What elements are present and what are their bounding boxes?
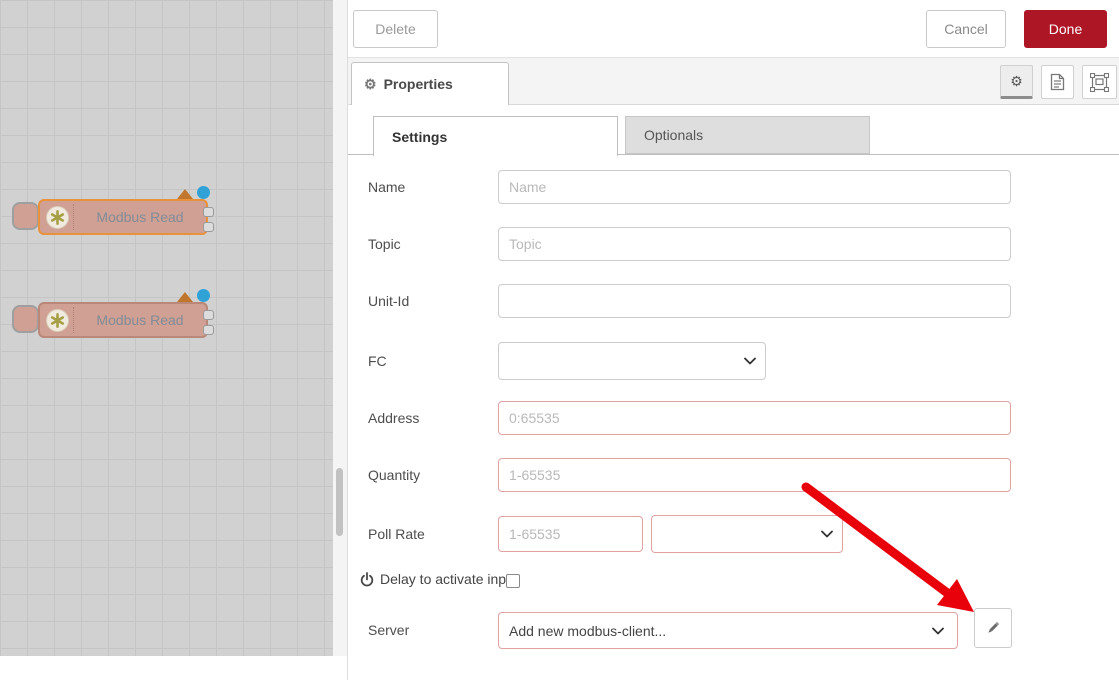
warning-triangle-icon [177,189,193,199]
properties-bar: ⚙ Properties ⚙ [348,58,1119,105]
node-red-editor: Modbus Read Modbus Read [0,0,1119,680]
node-appearance-icon-button[interactable] [1082,65,1117,99]
flow-canvas[interactable]: Modbus Read Modbus Read [0,0,333,656]
delay-checkbox[interactable] [506,574,520,588]
modbus-asterisk-icon [46,206,69,229]
poll-rate-unit-select[interactable] [651,515,843,553]
fc-label: FC [368,353,387,369]
node-output-port-1[interactable] [203,207,214,217]
node-output-port-2[interactable] [203,222,214,232]
edit-properties-icon-button[interactable]: ⚙ [1000,65,1033,99]
modbus-asterisk-icon [46,309,69,332]
edit-tray: Delete Cancel Done ⚙ Properties ⚙ [347,0,1119,680]
delay-label: Delay to activate input [380,571,518,587]
modbus-read-node[interactable]: Modbus Read [38,199,208,235]
poll-rate-label: Poll Rate [368,526,425,542]
node-description-icon-button[interactable] [1041,65,1074,99]
warning-triangle-icon [177,292,193,302]
status-dot-icon [197,289,210,302]
editor-tabs: Settings Optionals [348,116,1119,155]
tab-properties[interactable]: ⚙ Properties [351,62,509,105]
node-input-port[interactable] [12,202,39,230]
topic-input[interactable] [498,227,1011,261]
address-label: Address [368,410,419,426]
server-select[interactable]: Add new modbus-client... [498,612,958,649]
node-output-port-1[interactable] [203,310,214,320]
quantity-input[interactable] [498,458,1011,492]
chevron-down-icon [821,530,833,538]
unit-id-input[interactable] [498,284,1011,318]
power-icon [360,572,374,587]
delete-button[interactable]: Delete [353,10,438,48]
pencil-icon [985,620,1001,636]
scrollbar-thumb[interactable] [336,468,343,536]
poll-rate-input[interactable] [498,516,643,552]
server-edit-button[interactable] [974,608,1012,648]
node-icon-divider [73,307,74,333]
name-label: Name [368,179,405,195]
modbus-read-node[interactable]: Modbus Read [38,302,208,338]
cancel-button[interactable]: Cancel [926,10,1006,48]
quantity-label: Quantity [368,467,420,483]
chevron-down-icon [744,357,756,365]
properties-tab-label: Properties [384,76,453,92]
unit-id-label: Unit-Id [368,293,409,309]
node-icon-divider [73,204,74,230]
canvas-vertical-scrollbar[interactable] [333,0,347,656]
chevron-down-icon [932,627,944,635]
tab-optionals[interactable]: Optionals [625,116,870,154]
gear-icon: ⚙ [364,76,377,93]
tab-settings[interactable]: Settings [373,116,618,156]
delay-row: Delay to activate input [360,571,518,587]
server-label: Server [368,622,409,638]
fc-select[interactable] [498,342,766,380]
address-input[interactable] [498,401,1011,435]
server-select-value: Add new modbus-client... [509,623,666,639]
document-icon [1050,73,1065,91]
gear-icon: ⚙ [1010,73,1023,90]
group-frame-icon [1090,73,1109,92]
node-input-port[interactable] [12,305,39,333]
status-dot-icon [197,186,210,199]
node-output-port-2[interactable] [203,325,214,335]
topic-label: Topic [368,236,401,252]
tray-header: Delete Cancel Done [348,0,1119,58]
name-input[interactable] [498,170,1011,204]
done-button[interactable]: Done [1024,10,1107,48]
